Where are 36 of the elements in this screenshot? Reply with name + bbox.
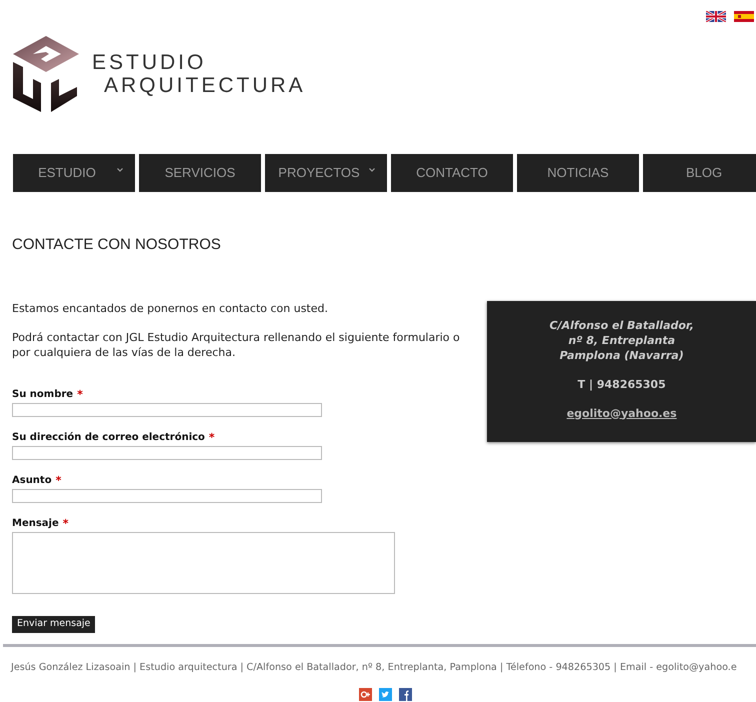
address-line: nº 8, Entreplanta bbox=[568, 332, 676, 348]
menu-item[interactable]: PROYECTOS bbox=[265, 154, 387, 192]
input-field[interactable] bbox=[12, 488, 322, 502]
field-label: Su nombre bbox=[12, 388, 74, 400]
facebook-icon[interactable] bbox=[399, 688, 412, 701]
field-label: Mensaje bbox=[12, 516, 59, 530]
footer-text: Jesús González Lizasoain | Estudio arquitectura | C/Alfonso el Batallador, nº 8, Entreplanta, Pamplona | Télefono - 948265305 | Email - egolito@yahoo.e bbox=[11, 661, 737, 675]
required-mark: * bbox=[62, 516, 69, 530]
required-mark: * bbox=[208, 430, 215, 444]
logo-text: ARQUITECTURA bbox=[104, 75, 306, 96]
phone-text: T | 948265305 bbox=[578, 376, 666, 392]
address-line: Pamplona (Navarra) bbox=[560, 348, 684, 362]
google-plus-icon[interactable] bbox=[359, 688, 372, 701]
input-field[interactable] bbox=[12, 446, 322, 460]
menu-item[interactable]: CONTACTO bbox=[391, 154, 513, 192]
logo-text: ESTUDIO bbox=[92, 52, 208, 73]
logo-icon bbox=[11, 34, 81, 114]
field-label: Asunto bbox=[12, 474, 52, 486]
uk-flag-icon[interactable] bbox=[706, 11, 726, 22]
required-mark: * bbox=[77, 388, 83, 400]
field-label: Su dirección de correo electrónico bbox=[12, 430, 205, 444]
address-line: C/Alfonso el Batallador, bbox=[550, 318, 694, 332]
input-field[interactable] bbox=[12, 402, 322, 416]
intro-text: Estamos encantados de ponernos en contacto con usted. bbox=[12, 300, 329, 316]
menu-item[interactable]: NOTICIAS bbox=[517, 154, 639, 192]
email-link[interactable]: egolito@yahoo.es bbox=[566, 406, 677, 420]
intro-text: Podrá contactar con JGL Estudio Arquitectura rellenando el siguiente formulario o por cualquiera de las vías de la derecha. bbox=[12, 330, 461, 360]
page-title: CONTACTE CON NOSOTROS bbox=[12, 235, 222, 255]
menu-item[interactable]: BLOG bbox=[643, 154, 756, 192]
spain-flag-icon[interactable] bbox=[734, 11, 754, 22]
menu-item[interactable]: ESTUDIO bbox=[13, 154, 135, 192]
twitter-icon[interactable] bbox=[379, 688, 392, 701]
submit-button[interactable]: Enviar mensaje bbox=[12, 616, 96, 632]
input-field[interactable] bbox=[12, 532, 395, 594]
required-mark: * bbox=[56, 474, 62, 486]
menu-item[interactable]: SERVICIOS bbox=[139, 154, 261, 192]
